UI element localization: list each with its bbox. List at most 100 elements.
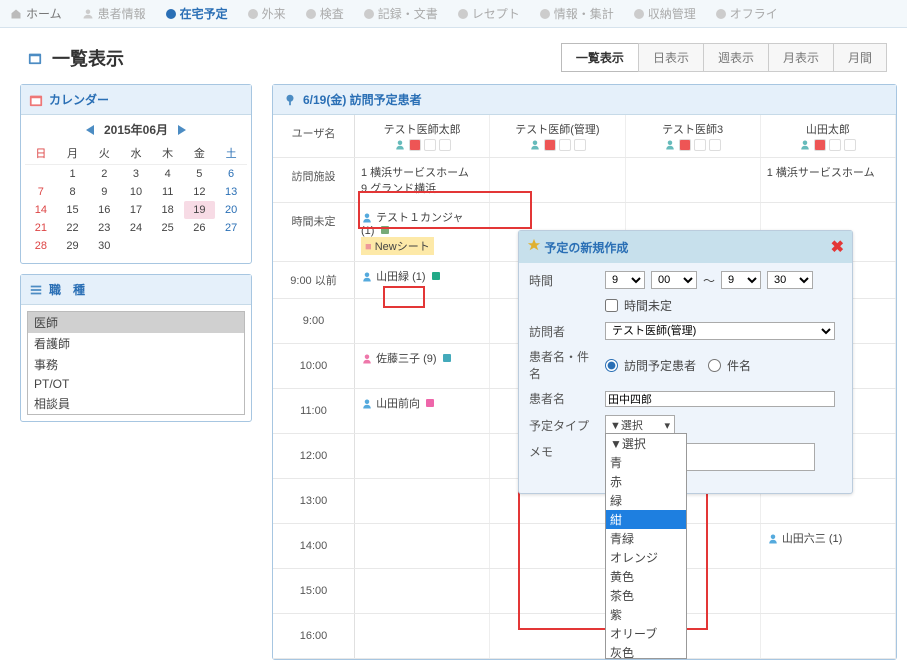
calendar-day[interactable]: 12 — [184, 183, 216, 201]
cell-9-0[interactable] — [355, 299, 490, 343]
job-item[interactable]: 相談員 — [28, 393, 244, 414]
job-list[interactable]: 医師看護師事務PT/OT相談員 — [27, 311, 245, 415]
calendar-day[interactable]: 20 — [215, 201, 247, 219]
facility-cell-3[interactable]: 1 横浜サービスホーム — [761, 158, 896, 202]
type-option[interactable]: 青緑 — [606, 529, 686, 548]
calendar-day[interactable]: 28 — [25, 237, 57, 255]
user-col-2[interactable]: テスト医師3 — [626, 115, 761, 157]
nav-home-visit[interactable]: 在宅予定 — [156, 0, 238, 27]
type-option[interactable]: 緑 — [606, 491, 686, 510]
type-option[interactable]: オリーブ — [606, 624, 686, 643]
facility-cell-0[interactable]: 1 横浜サービスホーム 9 グランド横浜 — [355, 158, 490, 202]
calendar-day[interactable]: 10 — [120, 183, 152, 201]
calendar-day[interactable]: 26 — [184, 219, 216, 237]
cell-15-3[interactable] — [761, 569, 896, 613]
cell-14-0[interactable] — [355, 524, 490, 568]
calendar-day[interactable]: 3 — [120, 165, 152, 183]
type-option[interactable]: 紫 — [606, 605, 686, 624]
calendar-days[interactable]: 1234567891011121314151617181920212223242… — [25, 165, 247, 255]
visitor-select[interactable]: テスト医師(管理) — [605, 322, 835, 340]
before-9-cell-0[interactable]: 山田緑 (1) — [355, 262, 490, 298]
nav-exam[interactable]: 検査 — [296, 0, 354, 27]
calendar-day[interactable]: 4 — [152, 165, 184, 183]
type-option[interactable]: 青 — [606, 453, 686, 472]
nav-records[interactable]: 記録・文書 — [354, 0, 448, 27]
end-min-select[interactable]: 30 — [767, 271, 813, 289]
prev-month-button[interactable] — [86, 125, 94, 135]
user-col-1[interactable]: テスト医師(管理) — [490, 115, 625, 157]
patient-name-input[interactable] — [605, 391, 835, 407]
next-month-button[interactable] — [178, 125, 186, 135]
job-item[interactable]: PT/OT — [28, 375, 244, 393]
calendar-day[interactable]: 7 — [25, 183, 57, 201]
calendar-day[interactable] — [25, 165, 57, 183]
cell-16-0[interactable] — [355, 614, 490, 658]
user-col-0[interactable]: テスト医師太郎 — [355, 115, 490, 157]
type-option[interactable]: 紺 — [606, 510, 686, 529]
type-option[interactable]: ▼選択 — [606, 434, 686, 453]
nav-home[interactable]: ホーム — [0, 0, 72, 27]
pdf-icon[interactable] — [679, 139, 691, 151]
radio-subject[interactable] — [708, 359, 721, 372]
view-monthly[interactable]: 月間 — [833, 43, 887, 72]
cell-13-0[interactable] — [355, 479, 490, 523]
calendar-day[interactable]: 9 — [88, 183, 120, 201]
start-min-select[interactable]: 00 — [651, 271, 697, 289]
calendar-day[interactable] — [215, 237, 247, 255]
calendar-day[interactable]: 23 — [88, 219, 120, 237]
calendar-day[interactable]: 25 — [152, 219, 184, 237]
calendar-day[interactable]: 18 — [152, 201, 184, 219]
facility-cell-1[interactable] — [490, 158, 625, 202]
end-hour-select[interactable]: 9 — [721, 271, 761, 289]
facility-cell-2[interactable] — [626, 158, 761, 202]
calendar-day[interactable]: 6 — [215, 165, 247, 183]
doc-icon[interactable] — [439, 139, 451, 151]
radio-patient[interactable] — [605, 359, 618, 372]
nav-receipt[interactable]: レセプト — [448, 0, 530, 27]
nav-outpatient[interactable]: 外来 — [238, 0, 296, 27]
calendar-day[interactable]: 30 — [88, 237, 120, 255]
view-month[interactable]: 月表示 — [768, 43, 834, 72]
view-day[interactable]: 日表示 — [638, 43, 704, 72]
start-hour-select[interactable]: 9 — [605, 271, 645, 289]
doc-icon[interactable] — [694, 139, 706, 151]
view-list[interactable]: 一覧表示 — [561, 43, 639, 72]
calendar-day[interactable]: 14 — [25, 201, 57, 219]
time-undef-checkbox[interactable] — [605, 299, 618, 312]
job-item[interactable]: 看護師 — [28, 333, 244, 354]
calendar-day[interactable]: 29 — [57, 237, 89, 255]
calendar-day[interactable] — [120, 237, 152, 255]
calendar-day[interactable]: 17 — [120, 201, 152, 219]
doc-icon[interactable] — [844, 139, 856, 151]
nav-info[interactable]: 情報・集計 — [530, 0, 624, 27]
job-item[interactable]: 事務 — [28, 354, 244, 375]
calendar-day[interactable] — [184, 237, 216, 255]
calendar-day[interactable]: 22 — [57, 219, 89, 237]
cell-12-0[interactable] — [355, 434, 490, 478]
calendar-day[interactable]: 15 — [57, 201, 89, 219]
calendar-day[interactable]: 19 — [184, 201, 216, 219]
nav-offline[interactable]: オフライ — [706, 0, 788, 27]
calendar-day[interactable]: 1 — [57, 165, 89, 183]
pdf-icon[interactable] — [409, 139, 421, 151]
new-sheet-label[interactable]: Newシート — [375, 241, 430, 253]
type-dropdown[interactable]: ▼選択▾ ▼選択青赤緑紺青緑オレンジ黄色茶色紫オリーブ灰色黒 — [605, 415, 675, 435]
calendar-day[interactable]: 2 — [88, 165, 120, 183]
type-option[interactable]: 茶色 — [606, 586, 686, 605]
pdf-icon[interactable] — [814, 139, 826, 151]
calendar-day[interactable] — [152, 237, 184, 255]
doc-icon[interactable] — [709, 139, 721, 151]
calendar-day[interactable]: 8 — [57, 183, 89, 201]
job-item[interactable]: 医師 — [28, 312, 244, 333]
cell-16-3[interactable] — [761, 614, 896, 658]
calendar-day[interactable]: 27 — [215, 219, 247, 237]
type-dropdown-list[interactable]: ▼選択青赤緑紺青緑オレンジ黄色茶色紫オリーブ灰色黒 — [605, 433, 687, 659]
calendar-day[interactable]: 11 — [152, 183, 184, 201]
nav-storage[interactable]: 収納管理 — [624, 0, 706, 27]
cell-10-0[interactable]: 佐藤三子 (9) — [355, 344, 490, 388]
calendar-day[interactable]: 13 — [215, 183, 247, 201]
calendar-day[interactable]: 21 — [25, 219, 57, 237]
calendar-day[interactable]: 5 — [184, 165, 216, 183]
cell-14-3[interactable]: 山田六三 (1) — [761, 524, 896, 568]
type-option[interactable]: 黄色 — [606, 567, 686, 586]
